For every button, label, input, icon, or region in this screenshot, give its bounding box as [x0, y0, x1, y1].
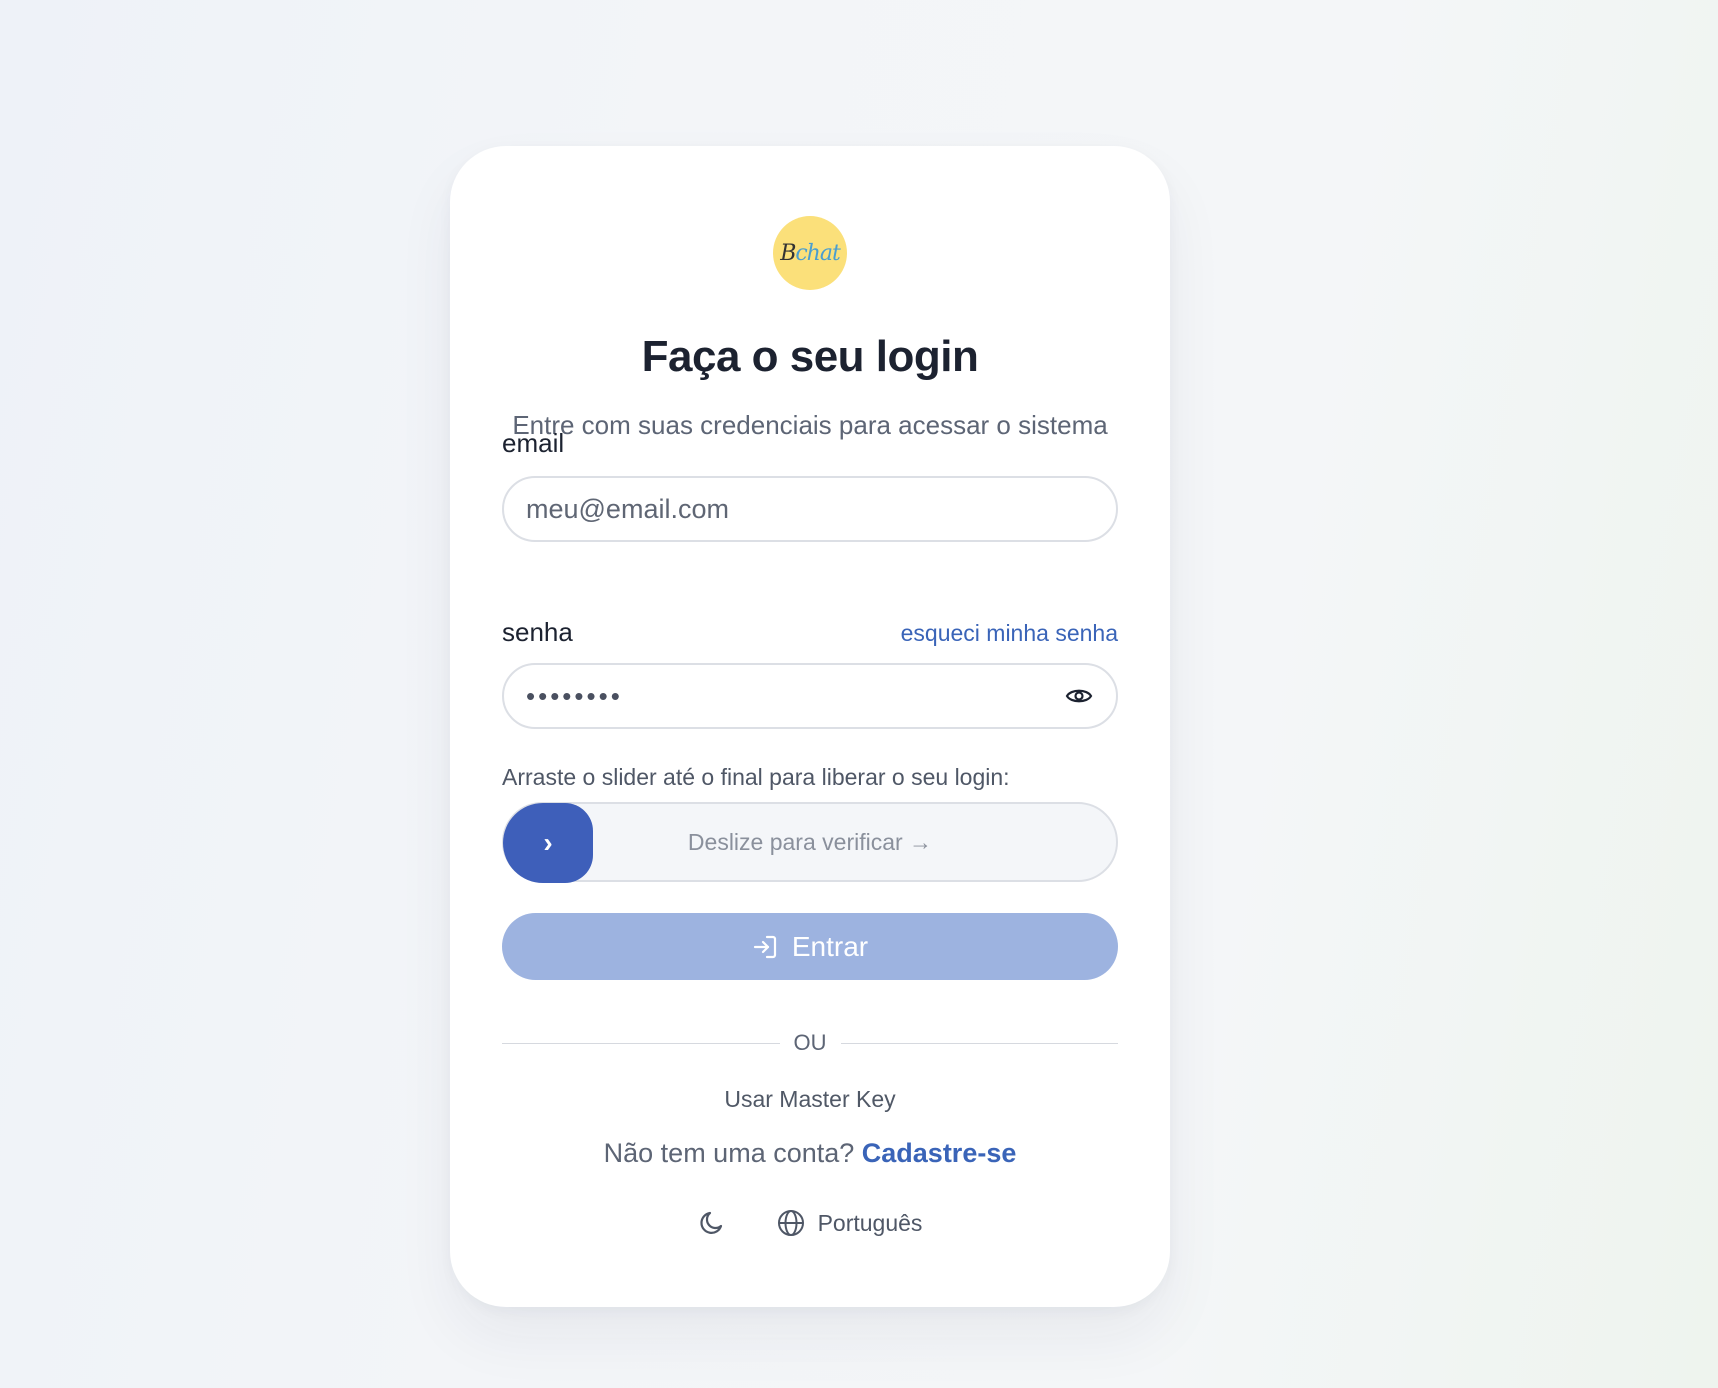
signup-prompt: Não tem uma conta?	[603, 1138, 862, 1168]
email-label: email	[502, 428, 565, 458]
verify-slider[interactable]: Deslize para verificar → ›	[502, 802, 1118, 883]
eye-icon[interactable]	[1064, 681, 1094, 711]
slider-handle[interactable]: ›	[503, 803, 593, 883]
moon-icon[interactable]	[698, 1209, 726, 1237]
globe-icon	[777, 1210, 804, 1236]
language-label: Português	[817, 1209, 923, 1236]
divider-line-left	[502, 1042, 780, 1044]
app-logo: Bchat	[773, 216, 847, 290]
slider-hint: Arraste o slider até o final para libera…	[502, 764, 1010, 790]
login-icon	[752, 934, 778, 960]
logo-text: Bchat	[780, 240, 841, 266]
signup-row: Não tem uma conta? Cadastre-se	[450, 1138, 1170, 1169]
forgot-password-link[interactable]: esqueci minha senha	[901, 620, 1118, 647]
slider-text: Deslize para verificar →	[687, 828, 933, 855]
language-selector[interactable]: Português	[776, 1208, 923, 1238]
password-field[interactable]: ••••••••	[502, 663, 1118, 729]
login-card: Bchat Faça o seu login Entre com suas cr…	[450, 146, 1170, 1307]
password-label: senha	[502, 617, 573, 647]
master-key-link[interactable]: Usar Master Key	[450, 1086, 1170, 1113]
signup-link[interactable]: Cadastre-se	[862, 1138, 1017, 1168]
email-field[interactable]	[526, 493, 1094, 525]
login-button-label: Entrar	[791, 930, 869, 962]
or-divider: OU	[502, 1030, 1118, 1056]
page-title: Faça o seu login	[641, 332, 979, 381]
login-button[interactable]: Entrar	[502, 913, 1118, 980]
page-subtitle: Entre com suas credenciais para acessar …	[512, 410, 1108, 440]
email-field-wrapper	[502, 476, 1118, 542]
divider-line-right	[840, 1042, 1118, 1044]
footer: Português	[450, 1208, 1170, 1238]
divider-text: OU	[793, 1030, 827, 1055]
password-value: ••••••••	[526, 680, 623, 711]
